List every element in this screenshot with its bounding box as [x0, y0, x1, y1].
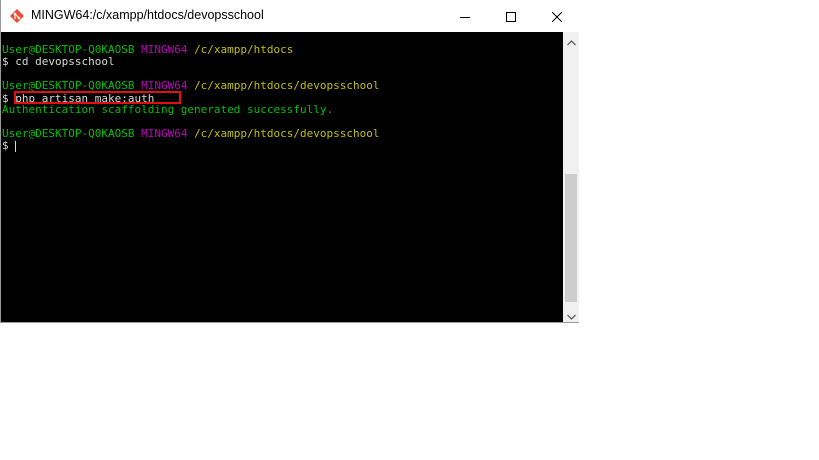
prompt-symbol: $	[2, 139, 9, 152]
chevron-up-icon	[566, 31, 576, 50]
vertical-scrollbar[interactable]	[563, 32, 579, 322]
terminal-window: MINGW64:/c/xampp/htdocs/devopsschool Use…	[0, 0, 579, 323]
close-icon	[551, 7, 563, 26]
git-bash-icon[interactable]	[9, 8, 25, 24]
terminal-output[interactable]: User@DESKTOP-Q0KAOSB MINGW64 /c/xampp/ht…	[1, 32, 563, 322]
scrollbar-thumb[interactable]	[565, 174, 577, 302]
command-line: $ cd devopsschool	[2, 56, 115, 68]
maximize-button[interactable]	[488, 0, 534, 32]
minimize-button[interactable]	[442, 0, 488, 32]
text-cursor	[15, 141, 16, 152]
minimize-icon	[460, 7, 470, 26]
prompt-path: /c/xampp/htdocs	[194, 43, 294, 56]
prompt-line: User@DESKTOP-Q0KAOSB MINGW64 /c/xampp/ht…	[2, 128, 380, 140]
prompt-path: /c/xampp/htdocs/devopsschool	[194, 127, 380, 140]
maximize-icon	[506, 7, 516, 26]
chevron-down-icon	[566, 305, 576, 324]
prompt-symbol: $	[2, 55, 9, 68]
scroll-up-button[interactable]	[563, 32, 579, 48]
prompt-user: User@DESKTOP-Q0KAOSB	[2, 127, 135, 140]
prompt-shell: MINGW64	[141, 127, 188, 140]
title-bar[interactable]: MINGW64:/c/xampp/htdocs/devopsschool	[1, 0, 579, 32]
command-line: $	[2, 140, 9, 152]
close-button[interactable]	[534, 0, 580, 32]
window-title: MINGW64:/c/xampp/htdocs/devopsschool	[31, 8, 264, 22]
prompt-shell: MINGW64	[141, 43, 188, 56]
scroll-down-button[interactable]	[563, 306, 579, 322]
prompt-path: /c/xampp/htdocs/devopsschool	[194, 79, 380, 92]
command-text: cd devopsschool	[15, 55, 115, 68]
output-line: Authentication scaffolding generated suc…	[2, 103, 334, 116]
